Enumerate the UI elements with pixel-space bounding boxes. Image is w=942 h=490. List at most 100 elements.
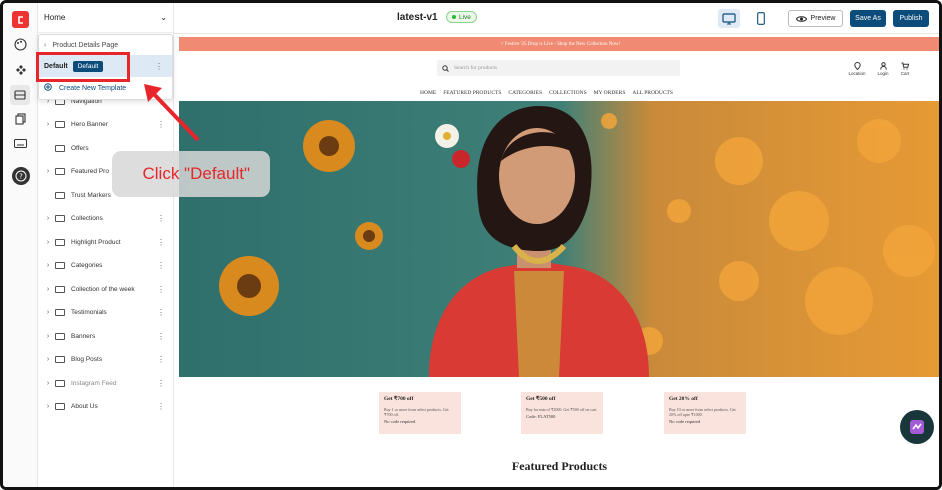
nav-orders[interactable]: MY ORDERS <box>594 90 626 96</box>
chevron-right-icon[interactable]: › <box>41 215 55 222</box>
section-icon <box>55 144 65 152</box>
publish-button[interactable]: Publish <box>893 10 929 27</box>
section-row[interactable]: › Instagram Feed ⋮ <box>38 373 174 393</box>
section-icon <box>55 403 65 410</box>
section-row[interactable]: › Categories ⋮ <box>38 256 174 276</box>
top-bar: latest-v1 Live Preview Save As Publish <box>174 3 939 34</box>
search-placeholder: Search for products <box>454 65 498 71</box>
featured-products-heading: Featured Products <box>511 459 608 473</box>
section-row[interactable]: › Blog Posts ⋮ <box>38 350 174 370</box>
offer-desc: Buy 10 or more from select products. Get… <box>669 407 736 418</box>
template-title: latest-v1 <box>397 12 438 23</box>
login-label: Login <box>877 71 889 76</box>
chevron-right-icon[interactable]: › <box>41 121 55 128</box>
keyboard-icon[interactable] <box>12 135 29 152</box>
desktop-view-button[interactable] <box>718 9 740 28</box>
assistant-button[interactable] <box>900 410 934 444</box>
annotation-callout: Click "Default" <box>112 151 270 197</box>
preview-button[interactable]: Preview <box>788 10 843 27</box>
app-logo-icon[interactable] <box>12 11 29 28</box>
chevron-right-icon[interactable]: › <box>41 239 55 246</box>
create-template-label: Create New Template <box>59 84 127 92</box>
section-icon <box>55 121 65 128</box>
svg-text:?: ? <box>19 173 23 181</box>
more-options-icon[interactable]: ⋮ <box>157 214 165 223</box>
section-label: Categories <box>71 262 103 269</box>
highlight-box <box>36 52 130 82</box>
section-row[interactable]: › Collections ⋮ <box>38 209 174 229</box>
annotation-arrow-icon <box>144 84 200 142</box>
chevron-right-icon[interactable]: › <box>41 168 55 175</box>
help-icon[interactable]: ? <box>12 167 30 185</box>
more-options-icon[interactable]: ⋮ <box>157 379 165 388</box>
promo-bar[interactable]: > Festive '25 Drop is Live - Shop the Ne… <box>179 37 939 51</box>
section-label: Instagram Feed <box>71 379 117 387</box>
search-icon <box>442 64 449 72</box>
more-options-icon[interactable]: ⋮ <box>155 62 163 71</box>
chevron-left-icon: ‹ <box>44 41 47 49</box>
chevron-right-icon[interactable]: › <box>41 286 55 293</box>
user-icon <box>879 62 887 70</box>
page-selector-label: Home <box>44 13 66 22</box>
mobile-view-button[interactable] <box>750 9 772 28</box>
section-label: Collections <box>71 215 103 222</box>
hero-banner-image[interactable] <box>179 101 939 377</box>
section-row[interactable]: › Banners ⋮ <box>38 326 174 346</box>
palette-icon[interactable] <box>12 36 29 53</box>
sections-icon[interactable] <box>10 85 30 105</box>
nav-collections[interactable]: COLLECTIONS <box>549 90 587 96</box>
more-options-icon[interactable]: ⋮ <box>157 238 165 247</box>
page-selector[interactable]: Home ⌄ <box>38 3 173 33</box>
cart-label: Cart <box>900 71 910 76</box>
pages-icon[interactable] <box>12 110 29 127</box>
section-row[interactable]: › Collection of the week ⋮ <box>38 279 174 299</box>
section-label: About Us <box>71 403 98 410</box>
location-label: Location <box>848 71 866 76</box>
section-icon <box>55 262 65 269</box>
offer-title: Get 20% off <box>669 396 698 402</box>
section-icon <box>55 238 65 246</box>
section-icon <box>55 379 65 387</box>
location-icon <box>853 61 861 71</box>
offer-title: Get ₹700 off <box>384 396 414 402</box>
more-options-icon[interactable]: ⋮ <box>157 261 165 270</box>
chevron-right-icon[interactable]: › <box>41 403 55 410</box>
login-link[interactable]: Login <box>872 62 894 76</box>
offer-card[interactable]: Get 20% off Buy 10 or more from select p… <box>664 392 746 434</box>
nav-home[interactable]: HOME <box>420 90 436 96</box>
location-link[interactable]: Location <box>846 61 868 76</box>
offer-card[interactable]: Get ₹700 off Buy 1 or more from select p… <box>379 392 461 434</box>
status-label: Live <box>459 13 471 21</box>
chevron-right-icon[interactable]: › <box>41 380 55 387</box>
section-icon <box>55 191 65 199</box>
desktop-icon <box>722 12 736 24</box>
annotation-text: Click "Default" <box>142 164 251 183</box>
offer-card[interactable]: Get ₹500 off Buy for min of ₹2000. Get ₹… <box>521 392 603 434</box>
section-icon <box>55 356 65 363</box>
save-as-button[interactable]: Save As <box>850 10 886 27</box>
nav-all-products[interactable]: ALL PRODUCTS <box>632 90 673 96</box>
more-options-icon[interactable]: ⋮ <box>157 355 165 364</box>
nav-featured[interactable]: FEATURED PRODUCTS <box>443 90 501 96</box>
chevron-right-icon[interactable]: › <box>41 309 55 316</box>
cart-link[interactable]: Cart <box>894 62 916 76</box>
more-options-icon[interactable]: ⋮ <box>157 332 165 341</box>
chevron-right-icon[interactable]: › <box>41 356 55 363</box>
store-nav: HOME FEATURED PRODUCTS CATEGORIES COLLEC… <box>420 90 673 96</box>
section-icon <box>55 309 65 316</box>
section-row[interactable]: › Testimonials ⋮ <box>38 303 174 323</box>
offer-note: No code required <box>384 419 416 425</box>
assistant-icon <box>910 420 924 434</box>
more-options-icon[interactable]: ⋮ <box>157 308 165 317</box>
section-row[interactable]: › Highlight Product ⋮ <box>38 232 174 252</box>
section-icon <box>55 215 65 222</box>
section-icon <box>55 168 65 175</box>
components-icon[interactable] <box>12 61 29 78</box>
store-search-input[interactable]: Search for products <box>437 60 680 76</box>
chevron-right-icon[interactable]: › <box>41 262 55 269</box>
nav-categories[interactable]: CATEGORIES <box>508 90 542 96</box>
section-row[interactable]: › About Us ⋮ <box>38 397 174 417</box>
chevron-right-icon[interactable]: › <box>41 333 55 340</box>
more-options-icon[interactable]: ⋮ <box>157 402 165 411</box>
more-options-icon[interactable]: ⋮ <box>157 285 165 294</box>
